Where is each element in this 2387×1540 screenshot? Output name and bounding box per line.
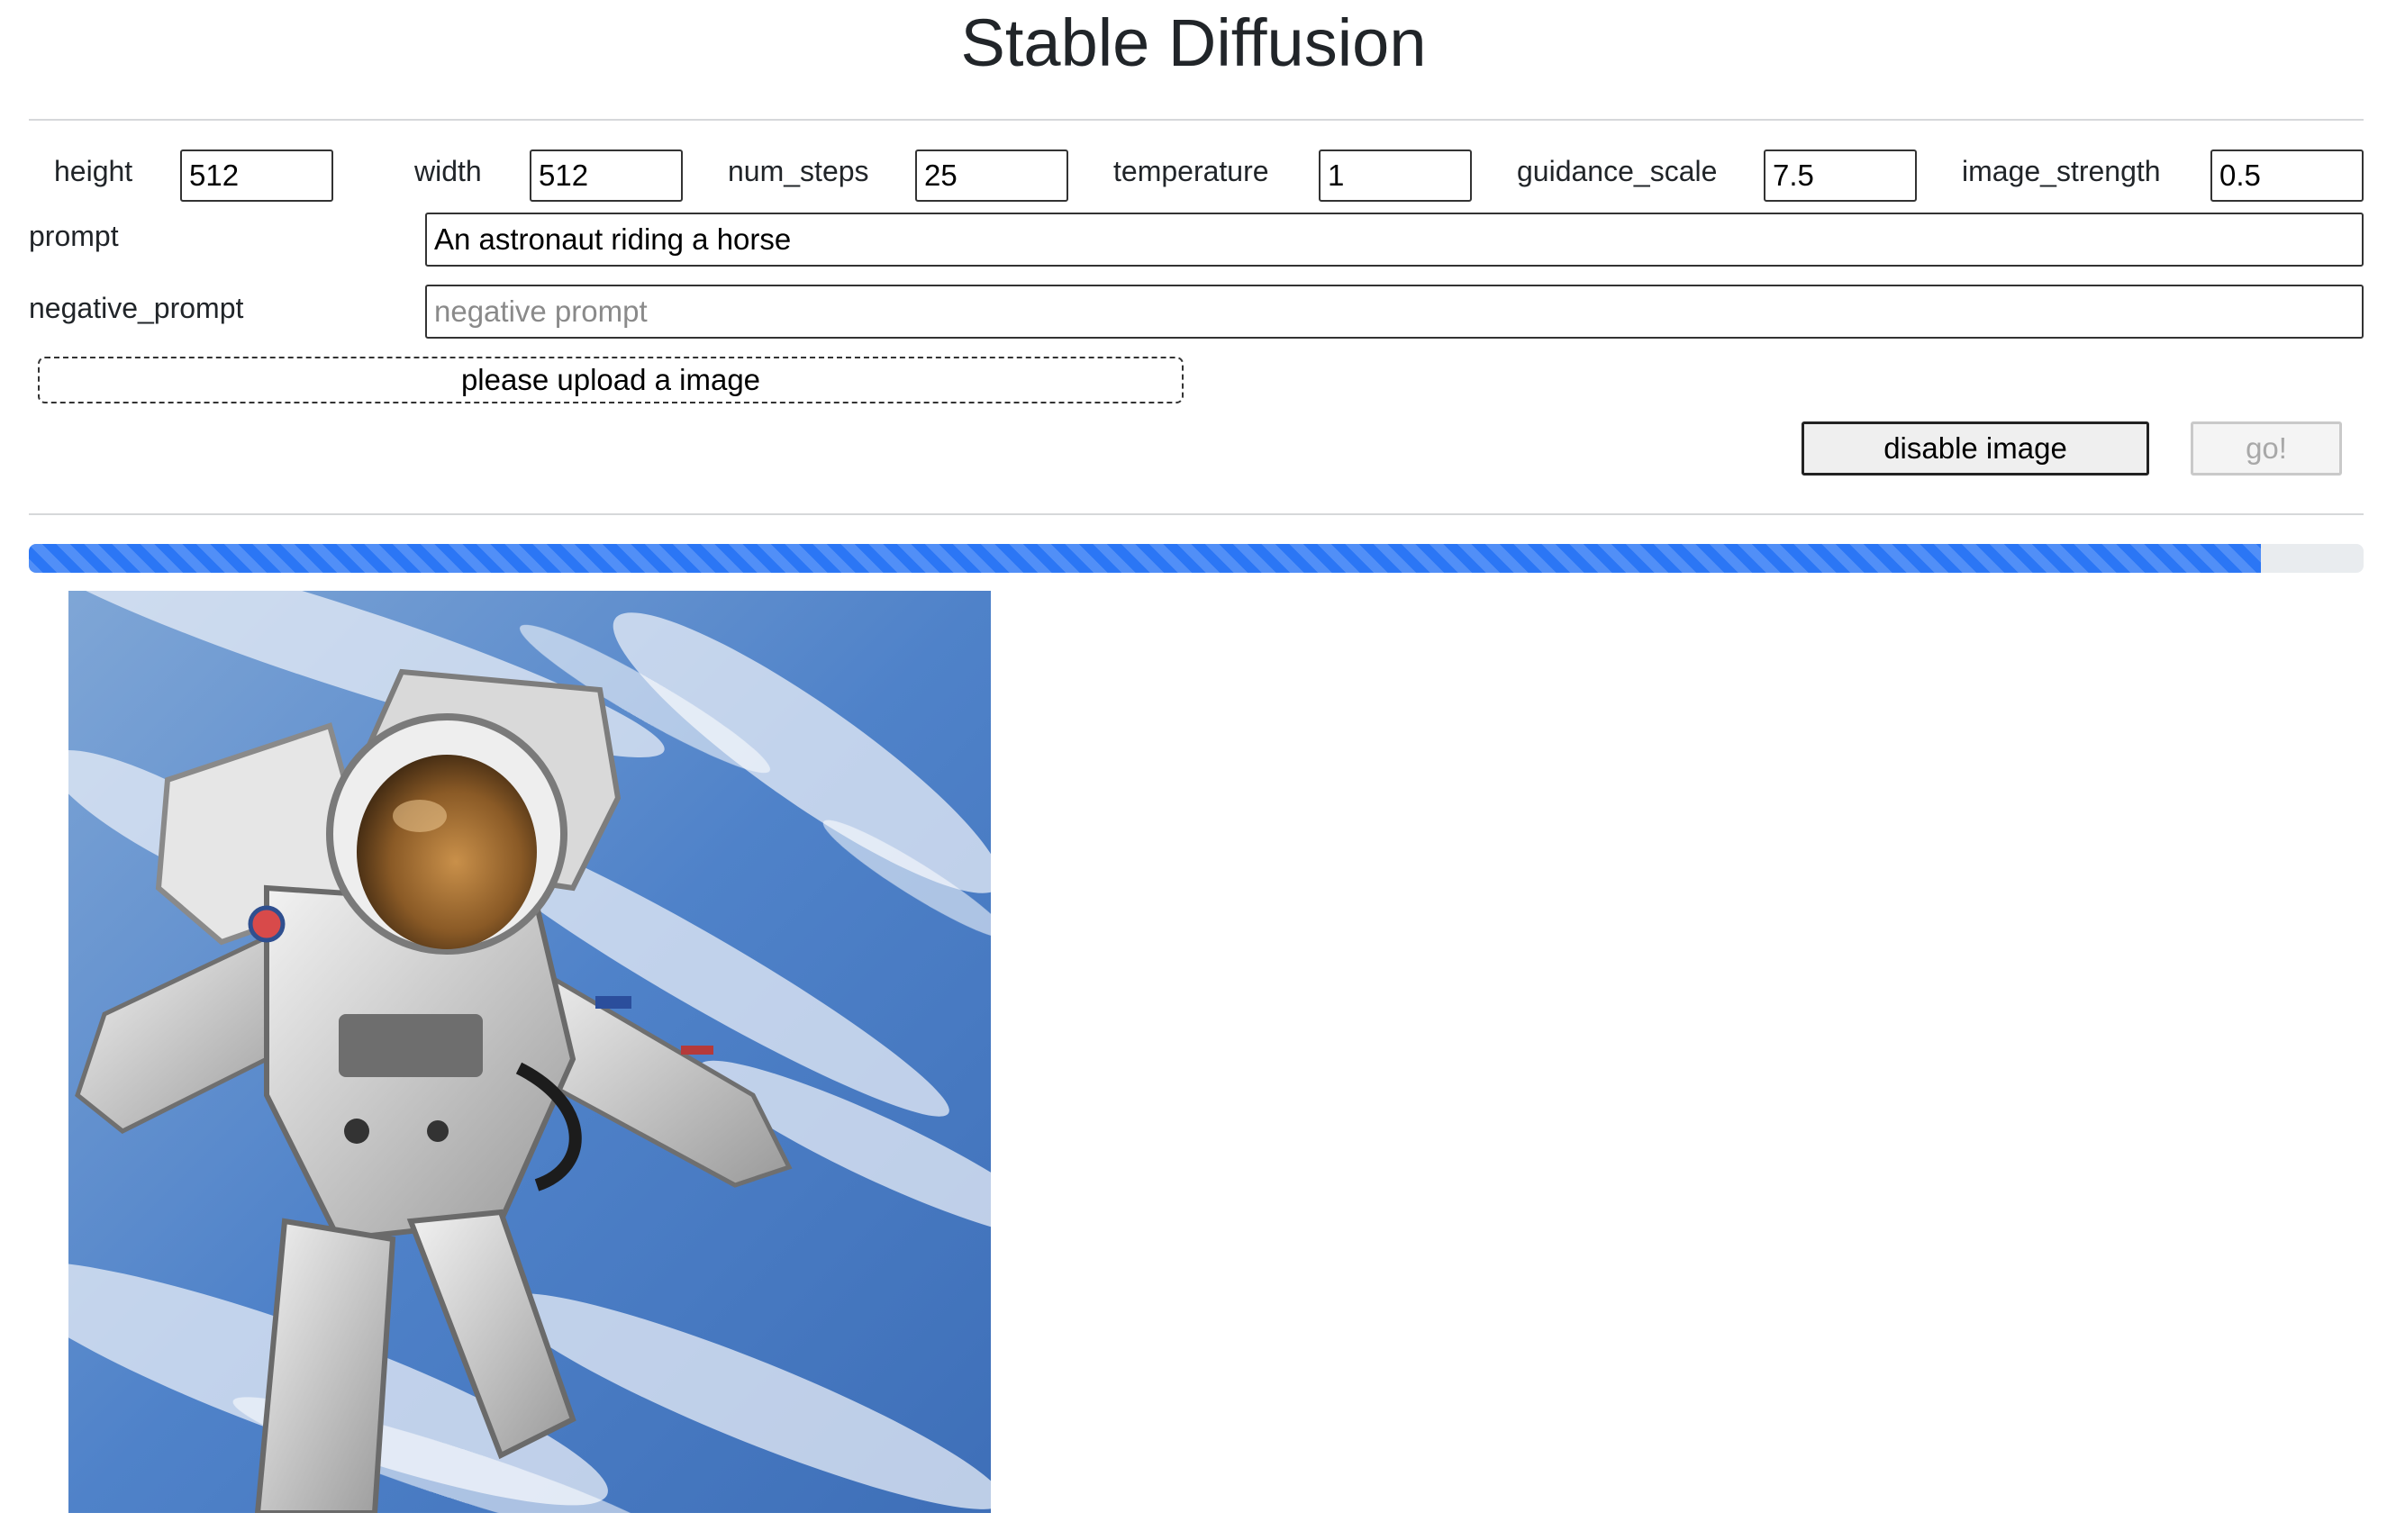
image-upload-dropzone[interactable]: please upload a image: [38, 357, 1184, 403]
prompt-input[interactable]: [425, 213, 2364, 267]
prompt-label: prompt: [29, 220, 119, 252]
page-title: Stable Diffusion: [960, 5, 1427, 80]
top-divider: [29, 119, 2364, 121]
astronaut-image: [68, 591, 991, 1513]
num-steps-input[interactable]: [915, 149, 1068, 202]
temperature-input[interactable]: [1319, 149, 1472, 202]
progress-bar-track: [29, 544, 2364, 573]
progress-bar-fill: [29, 544, 2261, 573]
num-steps-label: num_steps: [728, 155, 869, 187]
guidance-scale-input[interactable]: [1764, 149, 1917, 202]
height-input[interactable]: [180, 149, 333, 202]
image-strength-input[interactable]: [2210, 149, 2364, 202]
disable-image-button[interactable]: disable image: [1802, 421, 2149, 476]
generated-image: [68, 591, 991, 1513]
negative-prompt-label: negative_prompt: [29, 292, 244, 324]
negative-prompt-input[interactable]: [425, 285, 2364, 339]
height-label: height: [54, 155, 133, 187]
width-input[interactable]: [530, 149, 683, 202]
image-strength-label: image_strength: [1962, 155, 2161, 187]
go-button[interactable]: go!: [2191, 421, 2342, 476]
guidance-scale-label: guidance_scale: [1517, 155, 1718, 187]
width-label: width: [414, 155, 482, 187]
bottom-divider: [29, 513, 2364, 515]
temperature-label: temperature: [1113, 155, 1269, 187]
